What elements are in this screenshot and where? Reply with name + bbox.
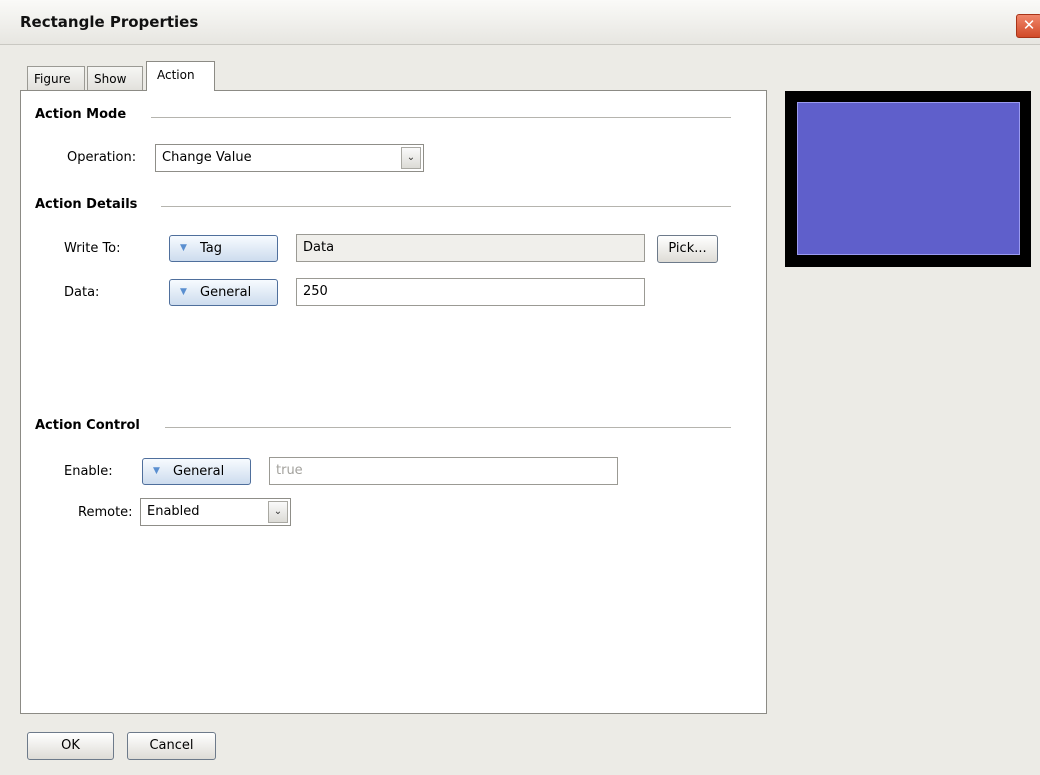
- chevron-down-icon: ⌄: [268, 501, 288, 523]
- title-bar: Rectangle Properties ✕: [0, 0, 1040, 45]
- data-label: Data:: [64, 285, 100, 300]
- action-mode-heading: Action Mode: [35, 107, 137, 122]
- enable-type-button[interactable]: ▼ General: [142, 458, 251, 485]
- action-tab-panel: Action Mode Operation: Change Value ⌄ Ac…: [20, 90, 767, 714]
- data-type-button[interactable]: ▼ General: [169, 279, 278, 306]
- write-to-type-button[interactable]: ▼ Tag: [169, 235, 278, 262]
- remote-value: Enabled: [147, 504, 200, 519]
- triangle-down-icon: ▼: [153, 466, 160, 476]
- rectangle-properties-dialog: Rectangle Properties ✕ Figure Show Actio…: [0, 0, 1040, 775]
- enable-type-label: General: [173, 464, 225, 479]
- cancel-button-label: Cancel: [149, 738, 194, 753]
- enable-value: true: [276, 463, 303, 478]
- data-input[interactable]: 250: [296, 278, 645, 306]
- action-details-heading: Action Details: [35, 197, 148, 212]
- tab-show[interactable]: Show: [87, 66, 143, 90]
- tab-action[interactable]: Action: [146, 61, 215, 91]
- close-button[interactable]: ✕: [1016, 14, 1040, 38]
- action-mode-divider: [151, 117, 731, 118]
- dialog-title: Rectangle Properties: [20, 13, 199, 31]
- ok-button-label: OK: [61, 738, 80, 753]
- pick-button-label: Pick...: [668, 241, 707, 256]
- close-icon: ✕: [1022, 16, 1036, 34]
- enable-label: Enable:: [64, 464, 113, 479]
- tab-action-label: Action: [157, 68, 195, 82]
- write-to-label: Write To:: [64, 241, 121, 256]
- enable-field[interactable]: true: [269, 457, 618, 485]
- chevron-down-icon: ⌄: [401, 147, 421, 169]
- tab-figure-label: Figure: [34, 72, 71, 86]
- remote-select[interactable]: Enabled ⌄: [140, 498, 291, 526]
- write-to-value: Data: [303, 240, 335, 255]
- triangle-down-icon: ▼: [180, 287, 187, 297]
- action-details-divider: [161, 206, 731, 207]
- write-to-type-label: Tag: [200, 241, 223, 256]
- write-to-field[interactable]: Data: [296, 234, 645, 262]
- operation-select[interactable]: Change Value ⌄: [155, 144, 424, 172]
- rectangle-preview: [797, 102, 1020, 255]
- action-control-heading: Action Control: [35, 418, 150, 433]
- operation-value: Change Value: [162, 150, 252, 165]
- ok-button[interactable]: OK: [27, 732, 114, 760]
- data-type-label: General: [200, 285, 252, 300]
- operation-label: Operation:: [67, 150, 137, 165]
- tab-show-label: Show: [94, 72, 127, 86]
- cancel-button[interactable]: Cancel: [127, 732, 216, 760]
- tab-figure[interactable]: Figure: [27, 66, 85, 90]
- action-control-divider: [165, 427, 731, 428]
- pick-button[interactable]: Pick...: [657, 235, 718, 263]
- remote-label: Remote:: [78, 505, 133, 520]
- triangle-down-icon: ▼: [180, 243, 187, 253]
- data-input-value: 250: [303, 284, 328, 299]
